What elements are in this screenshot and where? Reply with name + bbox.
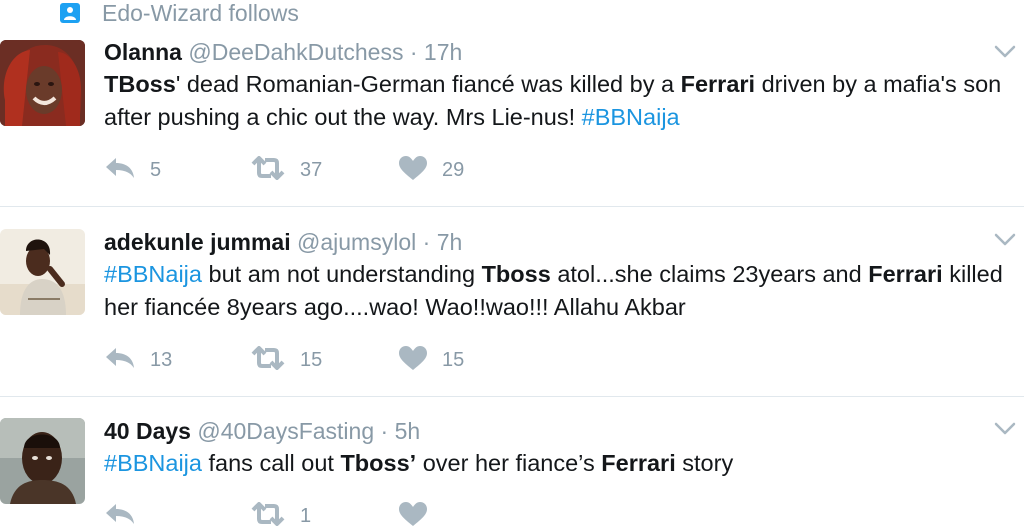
avatar[interactable] [0,229,85,315]
reply-count: 13 [150,348,173,371]
separator: · [380,418,389,444]
avatar[interactable] [0,418,85,504]
retweet-count: 15 [300,348,323,371]
tweet-actions: 13 15 15 [104,345,624,375]
text-segment: atol...she claims 23years and [550,261,869,287]
retweet-button[interactable]: 1 [250,501,311,531]
text-segment: over her fiance’s [416,450,602,476]
hashtag-link[interactable]: #BBNaija [104,261,202,287]
tweet-actions: 1 [104,501,624,531]
bold-term: Ferrari [601,450,676,476]
bold-term: Tboss [481,261,551,287]
like-button[interactable]: 29 [398,155,464,185]
bold-term: TBoss [104,71,176,97]
heart-icon [398,155,428,186]
like-count: 29 [442,158,465,181]
bold-term: Tboss [340,450,410,476]
author-handle[interactable]: @DeeDahkDutchess [188,39,403,65]
like-count: 15 [442,348,465,371]
hashtag-link[interactable]: #BBNaija [582,104,680,130]
text-segment: but am not understanding [201,261,482,287]
retweet-icon [250,345,286,375]
retweet-icon [250,501,286,531]
heart-icon [398,345,428,376]
timestamp[interactable]: 17h [424,39,462,65]
tweet-header: 40 Days @40DaysFasting · 5h [104,418,420,444]
tweet-header: Olanna @DeeDahkDutchess · 17h [104,39,462,65]
tweet[interactable]: Olanna @DeeDahkDutchess · 17h TBoss' dea… [0,0,1024,206]
retweet-icon [250,155,286,185]
tweet-text: #BBNaija fans call out Tboss’ over her f… [104,447,1014,480]
author-name[interactable]: 40 Days [104,418,191,444]
timeline: Edo-Wizard follows Olanna @DeeDahkDutche… [0,0,1024,532]
chevron-down-icon[interactable] [994,233,1016,247]
tweet-header: adekunle jummai @ajumsylol · 7h [104,229,462,255]
bold-term: Ferrari [868,261,943,287]
tweet-actions: 5 37 29 [104,155,624,185]
author-name[interactable]: adekunle jummai [104,229,291,255]
bold-term: Ferrari [680,71,756,97]
like-button[interactable] [398,501,442,531]
retweet-count: 1 [300,504,312,527]
tweet-text: #BBNaija but am not understanding Tboss … [104,258,1014,324]
author-handle[interactable]: @ajumsylol [297,229,416,255]
separator: · [422,229,431,255]
tweet[interactable]: 40 Days @40DaysFasting · 5h #BBNaija fan… [0,397,1024,532]
timestamp[interactable]: 5h [395,418,421,444]
reply-button[interactable]: 5 [104,155,161,185]
tweet-text: TBoss' dead Romanian-German fiancé was k… [104,68,1014,134]
avatar[interactable] [0,40,85,126]
hashtag-link[interactable]: #BBNaija [104,450,202,476]
author-name[interactable]: Olanna [104,39,182,65]
reply-icon [104,155,136,186]
heart-icon [398,501,428,532]
reply-count: 5 [150,158,162,181]
retweet-button[interactable]: 37 [250,155,322,185]
chevron-down-icon[interactable] [994,45,1016,59]
author-handle[interactable]: @40DaysFasting [197,418,374,444]
separator: · [409,39,418,65]
reply-icon [104,501,136,532]
reply-icon [104,345,136,376]
reply-button[interactable]: 13 [104,345,172,375]
chevron-down-icon[interactable] [994,422,1016,436]
tweet[interactable]: adekunle jummai @ajumsylol · 7h #BBNaija… [0,207,1024,396]
retweet-count: 37 [300,158,323,181]
like-button[interactable]: 15 [398,345,464,375]
reply-button[interactable] [104,501,150,531]
timestamp[interactable]: 7h [437,229,463,255]
text-segment: fans call out [201,450,341,476]
text-segment: story [675,450,734,476]
retweet-button[interactable]: 15 [250,345,322,375]
text-segment: ' dead Romanian-German fiancé was killed… [175,71,681,97]
